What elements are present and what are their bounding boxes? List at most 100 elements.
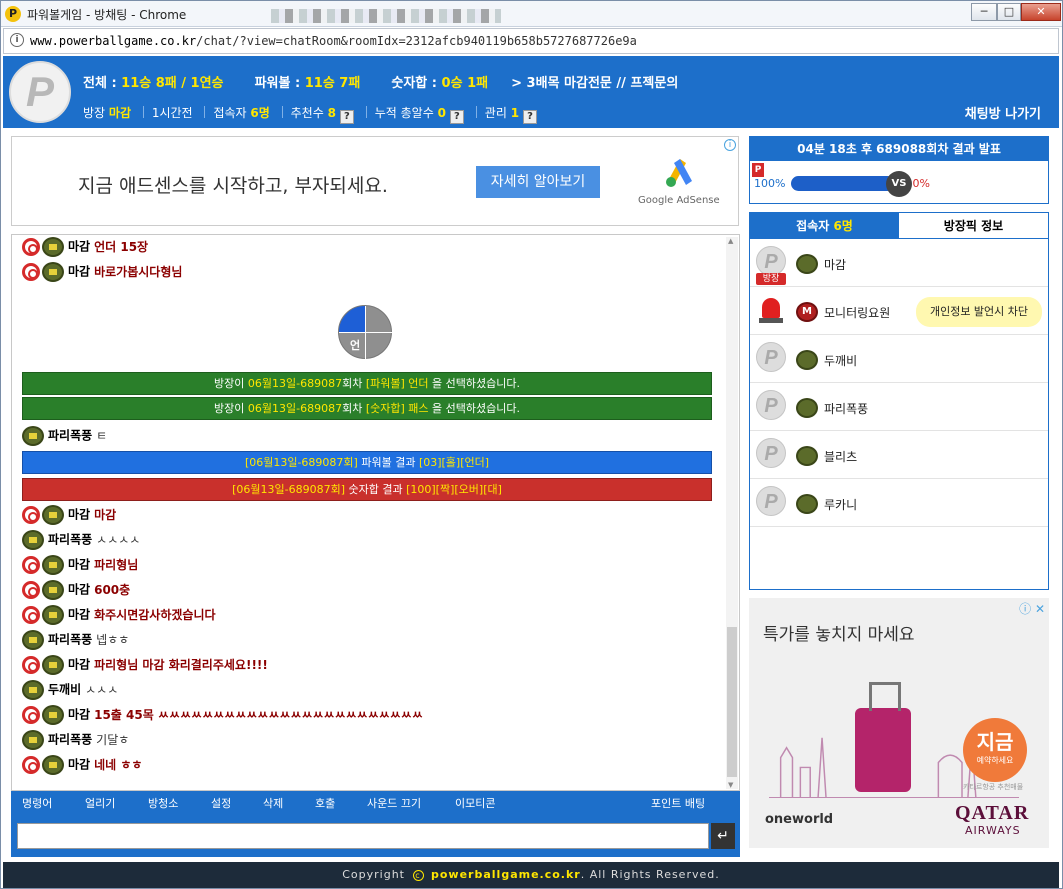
- footer-site[interactable]: powerballgame.co.kr: [431, 868, 581, 881]
- message-text: 기달ㅎ: [96, 732, 130, 747]
- adsense-logo-icon: [666, 159, 692, 187]
- message-nick[interactable]: 마감: [68, 240, 90, 254]
- user-row[interactable]: P 방장 마감: [750, 239, 1048, 287]
- user-name[interactable]: 두깨비: [824, 352, 857, 369]
- owner-icon: [22, 263, 40, 281]
- tool-point-bet[interactable]: 포인트 배팅: [651, 795, 705, 811]
- users-value: 6명: [250, 106, 270, 120]
- user-row[interactable]: P 두깨비: [750, 335, 1048, 383]
- siren-icon: [756, 294, 786, 324]
- scroll-thumb[interactable]: [727, 627, 737, 777]
- tool-call[interactable]: 호출: [315, 795, 335, 811]
- total-value: 11승 8패 / 1연승: [121, 76, 224, 91]
- message-nick[interactable]: 두깨비: [48, 683, 81, 697]
- message-text: 네네 ㅎㅎ: [94, 757, 143, 772]
- user-name[interactable]: 블리츠: [824, 448, 857, 465]
- user-row[interactable]: P 루카니: [750, 479, 1048, 527]
- title-bar: P 파워볼게임 - 방채팅 - Chrome ─ □ ✕: [1, 1, 1062, 27]
- notice-highlight: [06월13일-689087회]: [244, 456, 358, 469]
- sum-label: 숫자합 :: [391, 76, 442, 91]
- ad-text: 지금 애드센스를 시작하고, 부자되세요.: [78, 175, 388, 197]
- owner-name[interactable]: 마감: [109, 106, 131, 120]
- tool-settings[interactable]: 설정: [211, 795, 231, 811]
- system-notice: [06월13일-689087회] 파워볼 결과 [03][홀][언더]: [22, 451, 712, 474]
- user-name[interactable]: 마감: [824, 256, 846, 273]
- chat-input[interactable]: [17, 823, 709, 849]
- ad-close-icon[interactable]: ⓘ ✕: [1019, 600, 1045, 617]
- message-nick[interactable]: 파리폭풍: [48, 633, 92, 647]
- scroll-down-icon[interactable]: ▼: [728, 781, 733, 789]
- message-nick[interactable]: 파리폭풍: [48, 733, 92, 747]
- message-nick[interactable]: 마감: [68, 608, 90, 622]
- close-button[interactable]: ✕: [1021, 3, 1061, 21]
- room-logo: P: [9, 61, 71, 123]
- adsense-banner[interactable]: 지금 애드센스를 시작하고, 부자되세요. 자세히 알아보기 Google Ad…: [11, 136, 739, 226]
- result-countdown: 04분 18초 후 689088회차 결과 발표: [750, 137, 1048, 161]
- tab-owner-info[interactable]: 방장픽 정보: [899, 213, 1048, 239]
- chat-scrollbar[interactable]: ▲ ▼: [726, 237, 738, 789]
- users-label: 접속자: [213, 106, 247, 120]
- message-nick[interactable]: 마감: [68, 558, 90, 572]
- message-nick[interactable]: 마감: [68, 658, 90, 672]
- notice-text: 방장이: [214, 377, 248, 390]
- user-name[interactable]: 모니터링요원: [824, 304, 890, 321]
- tab-users[interactable]: 접속자 6명: [750, 213, 899, 239]
- notice-text: 숫자합 결과: [345, 483, 407, 496]
- level-icon: [42, 655, 64, 675]
- user-row[interactable]: P 블리츠: [750, 431, 1048, 479]
- room-info: 방장 마감 1시간전 접속자 6명 추천수 8? 누적 총알수 0? 관리 1?: [83, 104, 538, 124]
- exit-room-button[interactable]: 채팅방 나가기: [965, 103, 1041, 122]
- user-row[interactable]: M 모니터링요원 개인정보 발언시 차단: [750, 287, 1048, 335]
- tool-clean[interactable]: 방청소: [148, 795, 178, 811]
- info-icon[interactable]: i: [10, 33, 24, 47]
- footer-suffix: . All Rights Reserved.: [580, 868, 720, 881]
- tool-commands[interactable]: 명령어: [22, 795, 52, 811]
- message-text: 마감: [94, 507, 117, 522]
- copyright-icon: c: [412, 870, 424, 881]
- user-level-icon: [796, 494, 818, 514]
- owner-label: 방장: [83, 106, 106, 120]
- message-nick[interactable]: 마감: [68, 758, 90, 772]
- book-now-badge[interactable]: 지금 예약하세요: [963, 718, 1027, 782]
- tool-freeze[interactable]: 얼리기: [85, 795, 115, 811]
- user-level-icon: [796, 398, 818, 418]
- result-left-percent: 100%: [754, 177, 786, 190]
- ad-info-icon[interactable]: i: [724, 139, 736, 151]
- message-nick[interactable]: 마감: [68, 708, 90, 722]
- send-button[interactable]: ↵: [711, 823, 735, 849]
- maximize-button[interactable]: □: [997, 3, 1021, 21]
- notice-text: 을 선택하셨습니다.: [428, 402, 520, 415]
- pick-pie-chart: 언: [338, 305, 393, 360]
- owner-icon: [22, 581, 40, 599]
- user-row[interactable]: P 파리폭풍: [750, 383, 1048, 431]
- badge-book: 예약하세요: [976, 756, 1014, 765]
- message-nick[interactable]: 파리폭풍: [48, 429, 92, 443]
- powerball-label: 파워볼 :: [254, 76, 305, 91]
- message-nick[interactable]: 마감: [68, 265, 90, 279]
- chat-message: 마감 마감: [22, 505, 116, 525]
- user-name[interactable]: 루카니: [824, 496, 857, 513]
- owner-icon: [22, 506, 40, 524]
- message-nick[interactable]: 마감: [68, 583, 90, 597]
- tool-sound-off[interactable]: 사운드 끄기: [367, 795, 421, 811]
- user-level-icon: [796, 446, 818, 466]
- ad-learn-more-button[interactable]: 자세히 알아보기: [476, 166, 600, 198]
- url-host: www.powerballgame.co.kr: [30, 34, 197, 48]
- message-nick[interactable]: 마감: [68, 508, 90, 522]
- url-text[interactable]: www.powerballgame.co.kr/chat/?view=chatR…: [30, 34, 637, 48]
- message-nick[interactable]: 파리폭풍: [48, 533, 92, 547]
- chat-message: 마감 15출 45목 ㅆㅆㅆㅆㅆㅆㅆㅆㅆㅆㅆㅆㅆㅆㅆㅆㅆㅆㅆㅆㅆㅆㅆㅆ: [22, 705, 423, 725]
- side-ad[interactable]: 특가를 놓치지 마세요 ⓘ ✕ 지금 예약하세요 카타르항공 추천매물 onewo…: [749, 598, 1049, 848]
- user-name[interactable]: 파리폭풍: [824, 400, 868, 417]
- address-bar[interactable]: i www.powerballgame.co.kr/chat/?view=cha…: [3, 28, 1059, 54]
- tool-emoticon[interactable]: 이모티콘: [455, 795, 495, 811]
- recommend-help-icon[interactable]: ?: [339, 110, 354, 124]
- winnings-help-icon[interactable]: ?: [449, 110, 464, 124]
- chat-message: 파리폭풍 ㅌ: [22, 426, 107, 446]
- chat-message: 마감 화주시면감사하겠습니다: [22, 605, 216, 625]
- room-title: > 3배목 마감전문 // 프젝문의: [511, 76, 679, 91]
- scroll-up-icon[interactable]: ▲: [728, 237, 733, 245]
- manage-help-icon[interactable]: ?: [523, 110, 538, 124]
- tool-delete[interactable]: 삭제: [263, 795, 283, 811]
- minimize-button[interactable]: ─: [971, 3, 997, 21]
